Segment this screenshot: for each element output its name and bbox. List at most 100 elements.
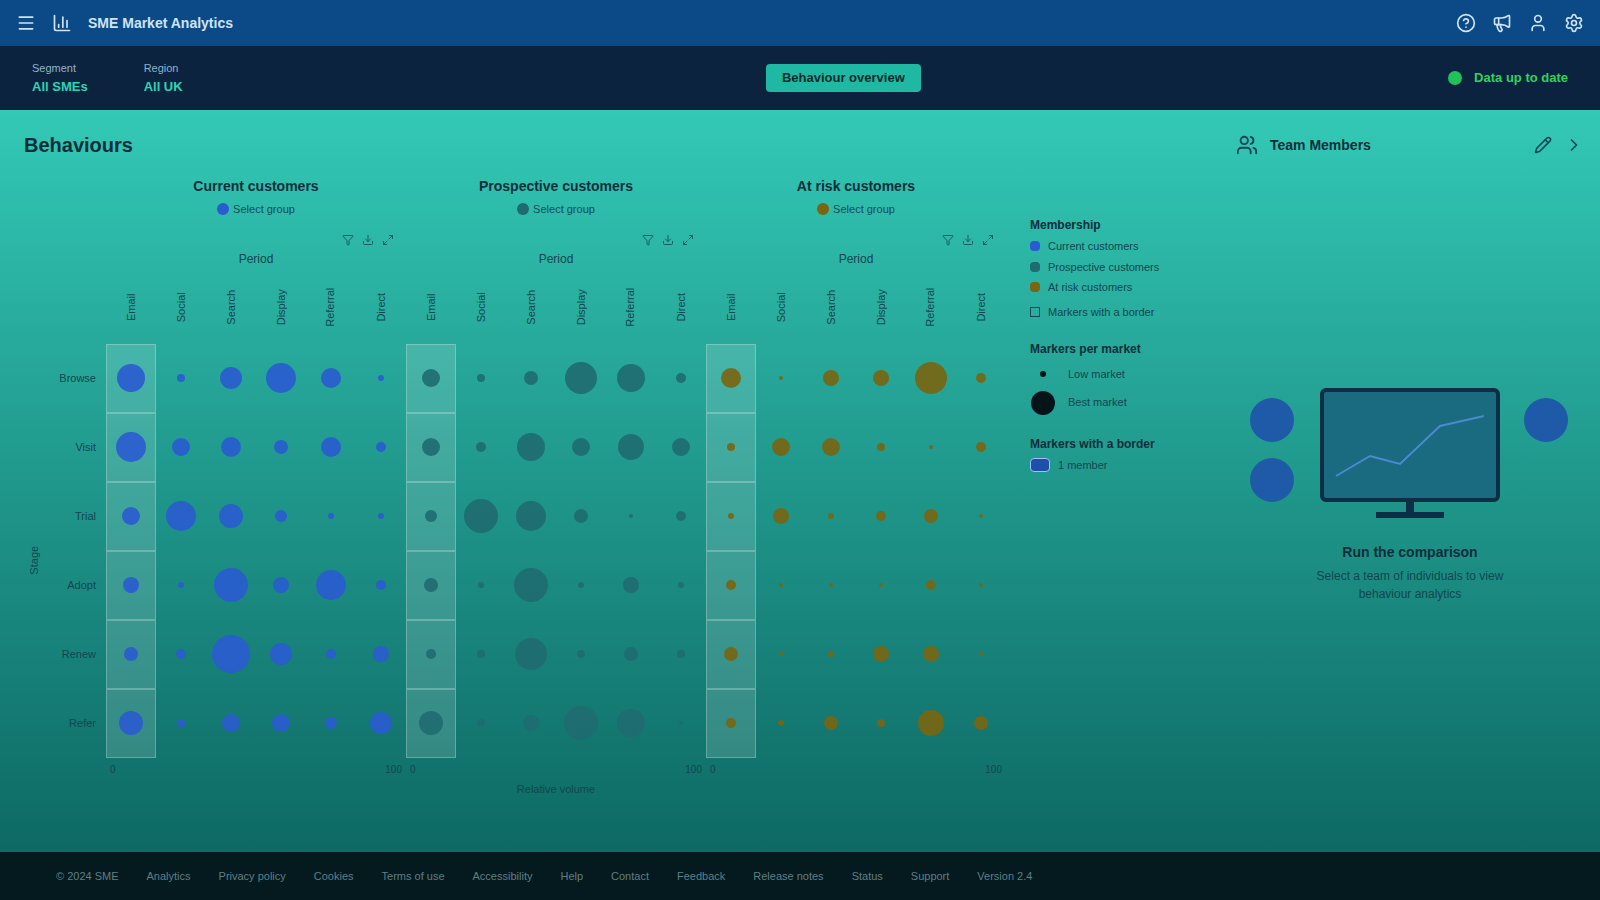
bubble-cell[interactable]: [306, 413, 356, 482]
bubble[interactable]: [321, 368, 341, 388]
bubble-cell[interactable]: [906, 689, 956, 758]
bubble[interactable]: [214, 568, 248, 602]
bubble-cell[interactable]: [656, 689, 706, 758]
bubble[interactable]: [220, 367, 242, 389]
bubble-cell[interactable]: [456, 413, 506, 482]
bubble-cell[interactable]: [456, 551, 506, 620]
footer-link[interactable]: Help: [560, 868, 583, 885]
bubble[interactable]: [422, 438, 440, 456]
bubble-cell[interactable]: [906, 482, 956, 551]
bubble-cell[interactable]: [806, 344, 856, 413]
filter-button[interactable]: RegionAll UK: [144, 60, 183, 96]
bubble-cell[interactable]: [606, 620, 656, 689]
bubble[interactable]: [879, 583, 883, 587]
user-icon[interactable]: [1528, 13, 1548, 33]
footer-link[interactable]: Terms of use: [382, 868, 445, 885]
footer-link[interactable]: Accessibility: [473, 868, 533, 885]
bubble-cell[interactable]: [156, 551, 206, 620]
footer-link[interactable]: Release notes: [753, 868, 823, 885]
bubble-cell[interactable]: [306, 689, 356, 758]
bubble[interactable]: [515, 638, 547, 670]
filter-icon[interactable]: [342, 234, 354, 246]
bubble[interactable]: [773, 508, 789, 524]
bubble[interactable]: [122, 507, 140, 525]
column-label[interactable]: Display: [856, 276, 906, 340]
bubble[interactable]: [877, 443, 885, 451]
bubble[interactable]: [778, 720, 784, 726]
bubble-cell[interactable]: [806, 620, 856, 689]
bubble[interactable]: [119, 711, 143, 735]
bubble[interactable]: [727, 443, 735, 451]
bubble-cell[interactable]: [406, 344, 456, 413]
bubble[interactable]: [422, 369, 440, 387]
bubble[interactable]: [677, 650, 685, 658]
group-select-chip[interactable]: Select group: [517, 201, 595, 218]
bubble-cell[interactable]: [156, 344, 206, 413]
filter-icon[interactable]: [642, 234, 654, 246]
bubble[interactable]: [976, 373, 986, 383]
bubble[interactable]: [172, 438, 190, 456]
bubble-cell[interactable]: [706, 482, 756, 551]
bubble[interactable]: [116, 432, 146, 462]
column-label[interactable]: Referral: [606, 276, 656, 340]
bubble-cell[interactable]: [556, 344, 606, 413]
footer-link[interactable]: Privacy policy: [219, 868, 286, 885]
bubble-cell[interactable]: [506, 689, 556, 758]
bubble-cell[interactable]: [856, 482, 906, 551]
expand-icon[interactable]: [382, 234, 394, 246]
bubble[interactable]: [326, 649, 336, 659]
column-label[interactable]: Referral: [906, 276, 956, 340]
bubble[interactable]: [926, 580, 936, 590]
bubble[interactable]: [272, 714, 290, 732]
bubble[interactable]: [873, 646, 889, 662]
bubble[interactable]: [828, 651, 834, 657]
bubble-cell[interactable]: [106, 482, 156, 551]
column-label[interactable]: Search: [806, 276, 856, 340]
bubble-cell[interactable]: [756, 620, 806, 689]
column-label[interactable]: Direct: [656, 276, 706, 340]
bubble[interactable]: [822, 438, 840, 456]
bubble-cell[interactable]: [156, 689, 206, 758]
footer-link[interactable]: Status: [852, 868, 883, 885]
bubble-cell[interactable]: [256, 689, 306, 758]
bubble-cell[interactable]: [906, 413, 956, 482]
help-icon[interactable]: [1456, 13, 1476, 33]
bubble[interactable]: [514, 568, 548, 602]
bubble[interactable]: [824, 716, 838, 730]
bubble[interactable]: [516, 501, 546, 531]
bubble[interactable]: [117, 364, 145, 392]
bubble[interactable]: [376, 580, 386, 590]
bubble[interactable]: [979, 583, 983, 587]
bubble[interactable]: [464, 499, 498, 533]
bubble[interactable]: [523, 715, 539, 731]
bubble-cell[interactable]: [956, 620, 1006, 689]
bubble-cell[interactable]: [906, 620, 956, 689]
bubble[interactable]: [779, 376, 783, 380]
bubble[interactable]: [166, 501, 196, 531]
column-label[interactable]: Social: [756, 276, 806, 340]
bubble[interactable]: [476, 442, 486, 452]
footer-link[interactable]: Feedback: [677, 868, 725, 885]
bubble-cell[interactable]: [206, 620, 256, 689]
bubble[interactable]: [577, 650, 585, 658]
menu-icon[interactable]: [16, 13, 36, 33]
bubble[interactable]: [477, 374, 485, 382]
footer-link[interactable]: Version 2.4: [977, 868, 1032, 885]
column-label[interactable]: Referral: [306, 276, 356, 340]
bubble[interactable]: [478, 582, 484, 588]
bubble-cell[interactable]: [506, 482, 556, 551]
bubble[interactable]: [829, 583, 833, 587]
group-select-chip[interactable]: Select group: [217, 201, 295, 218]
bubble-cell[interactable]: [756, 482, 806, 551]
bubble[interactable]: [617, 709, 645, 737]
bubble[interactable]: [477, 719, 485, 727]
group-select-chip[interactable]: Select group: [817, 201, 895, 218]
bubble-cell[interactable]: [256, 413, 306, 482]
bubble[interactable]: [273, 577, 289, 593]
bubble-cell[interactable]: [606, 413, 656, 482]
bubble[interactable]: [517, 433, 545, 461]
bubble-cell[interactable]: [856, 689, 906, 758]
bubble-cell[interactable]: [706, 344, 756, 413]
border-checkbox[interactable]: Markers with a border: [1030, 304, 1210, 321]
bubble-cell[interactable]: [356, 620, 406, 689]
